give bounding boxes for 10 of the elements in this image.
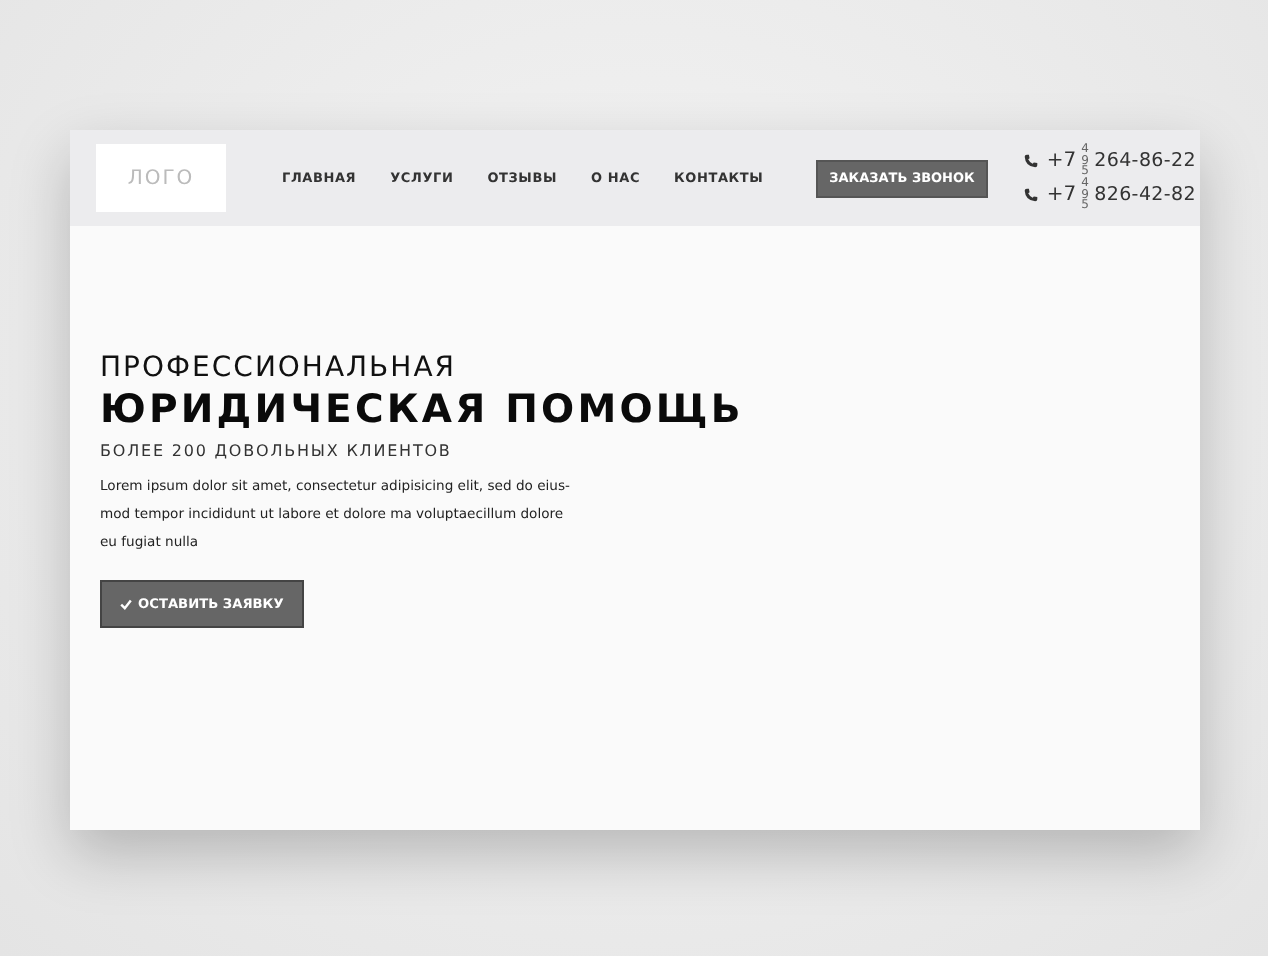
hero-title: ПРОФЕССИОНАЛЬНАЯ [100, 352, 458, 384]
phone-number: 264-86-22 [1094, 149, 1197, 172]
phone-icon [1024, 153, 1039, 168]
check-icon [120, 598, 132, 610]
hero-title: ЮРИДИЧЕСКАЯ ПОМОЩЬ [100, 386, 746, 432]
phone-prefix: +7 [1046, 184, 1077, 207]
hero-subtitle: БОЛЕЕ 200 ДОВОЛЬНЫХ КЛИЕНТОВ [100, 442, 454, 460]
phone-icon [1024, 188, 1039, 203]
phone-number: 826-42-82 [1094, 184, 1197, 207]
phone-prefix: +7 [1046, 149, 1077, 172]
